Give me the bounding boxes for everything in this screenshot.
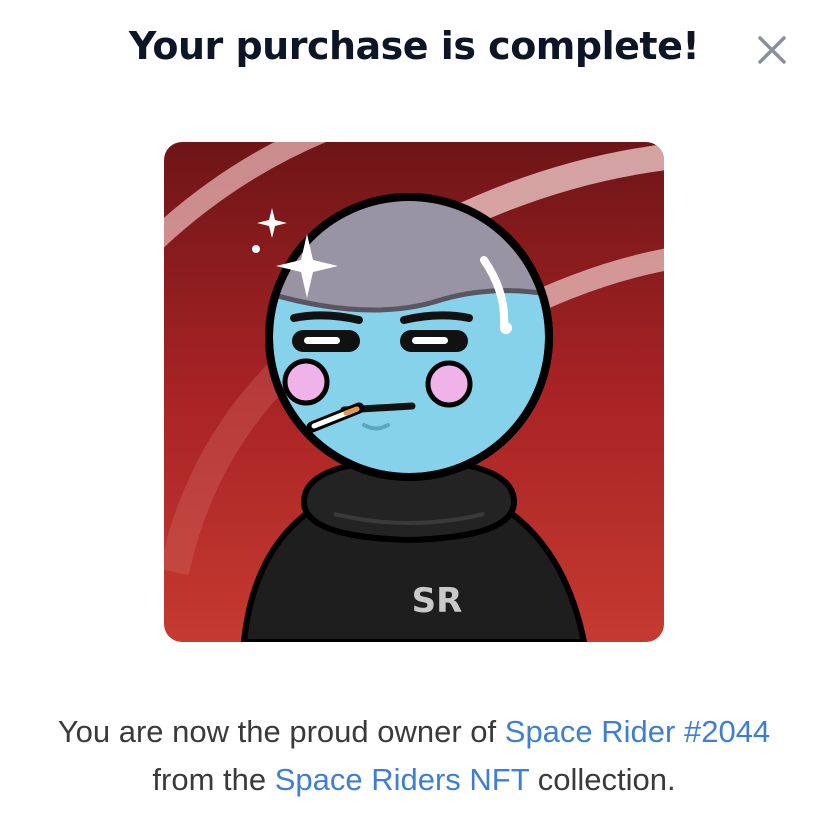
message-suffix: collection. <box>529 762 676 797</box>
message-middle: from the <box>152 762 275 797</box>
item-link[interactable]: Space Rider #2044 <box>505 714 770 749</box>
purchase-complete-modal: Your purchase is complete! SR You are no… <box>0 0 828 833</box>
message-prefix: You are now the proud owner of <box>57 714 505 749</box>
shirt-text: SR <box>412 581 463 621</box>
collection-link[interactable]: Space Riders NFT <box>275 762 529 797</box>
close-button[interactable] <box>752 30 792 70</box>
nft-image: SR <box>164 142 664 642</box>
close-icon <box>758 36 786 64</box>
modal-title: Your purchase is complete! <box>128 24 700 68</box>
space-rider-avatar: SR <box>164 142 664 642</box>
purchase-message: You are now the proud owner of Space Rid… <box>40 708 788 804</box>
